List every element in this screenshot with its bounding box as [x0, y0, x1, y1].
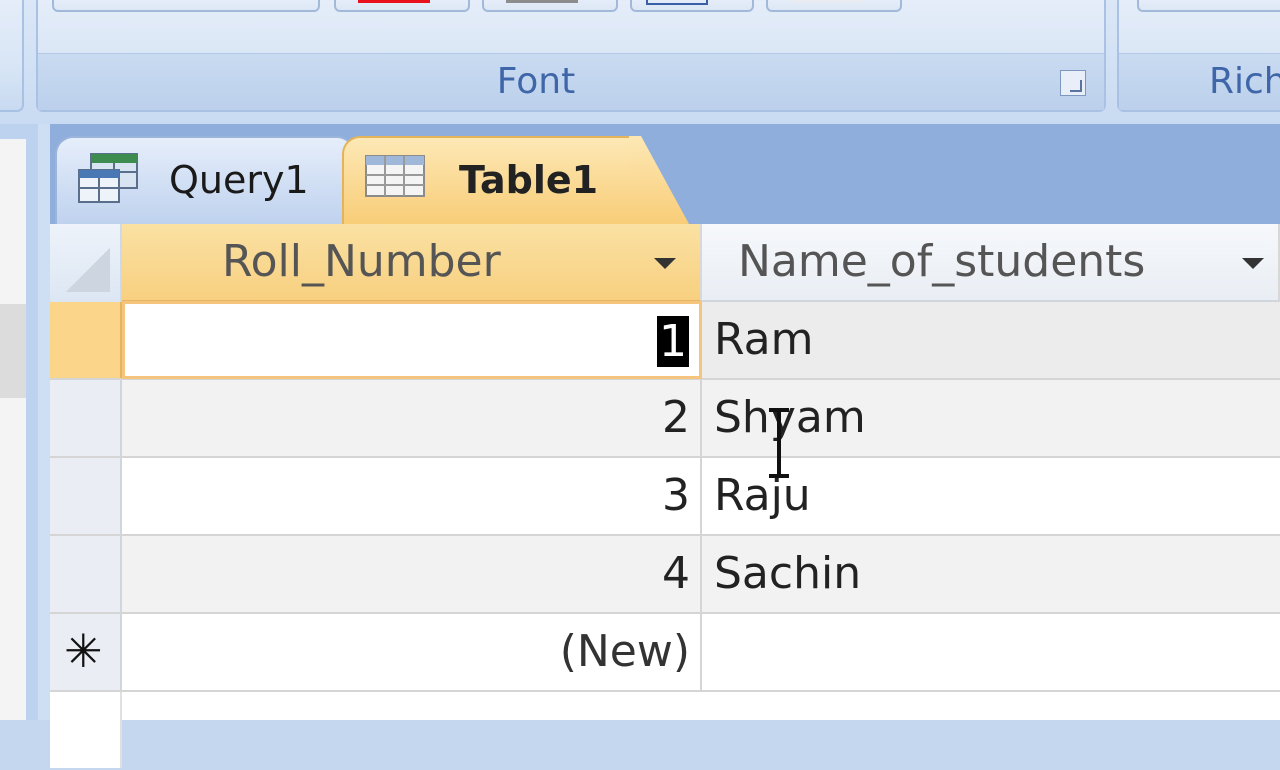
record-selector[interactable]	[50, 380, 122, 456]
navigation-pane-strip	[0, 124, 38, 720]
table-icon	[364, 152, 428, 206]
select-all-corner[interactable]	[50, 224, 122, 302]
cell-roll-number-new[interactable]: (New)	[122, 614, 702, 690]
navigation-pane-highlight	[0, 304, 26, 398]
chevron-down-icon[interactable]	[1242, 258, 1264, 269]
font-name-box[interactable]	[52, 0, 320, 12]
cell-roll-number[interactable]: 1	[122, 301, 702, 379]
navigation-pane[interactable]	[0, 139, 26, 720]
table-row: 4 Sachin	[50, 536, 1280, 614]
fill-color-button[interactable]	[482, 0, 618, 12]
empty-row-selector	[50, 692, 122, 768]
cell-name-of-students[interactable]: Ram	[714, 314, 813, 365]
record-selector[interactable]	[50, 458, 122, 534]
ribbon-group-font: Font	[36, 0, 1106, 112]
document-tab-bar: Query1 Table1	[50, 124, 1280, 224]
rich-text-group-label: Rich	[1209, 61, 1280, 102]
font-dialog-launcher-icon[interactable]	[1060, 70, 1086, 96]
table-row: 2 Shyam	[50, 380, 1280, 458]
cell-name-of-students[interactable]: Raju	[714, 470, 811, 521]
record-selector[interactable]	[50, 302, 122, 378]
ribbon-group-rich-text: Rich	[1117, 0, 1280, 112]
selected-value: 1	[657, 316, 689, 367]
table-row: 3 Raju	[50, 458, 1280, 536]
cell-roll-number[interactable]: 2	[122, 380, 702, 456]
tab-table1[interactable]: Table1	[342, 136, 647, 224]
tab-table1-label: Table1	[459, 158, 599, 202]
font-group-label: Font	[496, 61, 576, 102]
record-selector-new[interactable]: ✳	[50, 614, 122, 690]
record-selector[interactable]	[50, 536, 122, 612]
ribbon-label-band: Font	[38, 53, 1104, 110]
new-record-asterisk-icon: ✳	[64, 624, 103, 678]
rich-text-button[interactable]	[1137, 0, 1280, 12]
font-color-button[interactable]	[334, 0, 470, 12]
gridlines-icon	[646, 0, 708, 5]
document-border	[38, 124, 50, 720]
ribbon: Font Rich	[0, 0, 1280, 124]
column-header-name-of-students[interactable]: Name_of_students	[702, 224, 1280, 302]
cell-roll-number[interactable]: 3	[122, 458, 702, 534]
fill-color-swatch	[506, 0, 578, 3]
query-icon	[77, 152, 141, 210]
new-record-row: ✳ (New)	[50, 614, 1280, 692]
alternate-fill-swatch	[790, 0, 862, 3]
column-header-roll-number[interactable]: Roll_Number	[122, 224, 702, 302]
cell-name-of-students[interactable]: Sachin	[714, 548, 861, 599]
chevron-down-icon[interactable]	[654, 258, 676, 269]
tab-query1[interactable]: Query1	[55, 136, 355, 224]
font-color-swatch	[358, 0, 430, 3]
text-cursor-icon	[766, 408, 792, 482]
column-header-label: Name_of_students	[738, 236, 1146, 287]
column-header-label: Roll_Number	[222, 236, 501, 287]
alternate-fill-button[interactable]	[766, 0, 902, 12]
cell-roll-number[interactable]: 4	[122, 536, 702, 612]
ribbon-label-band-rich: Rich	[1119, 53, 1280, 110]
gridlines-button[interactable]	[630, 0, 754, 12]
empty-row	[50, 692, 1280, 770]
table-row: 1 Ram	[50, 301, 1280, 380]
datasheet-grid: Roll_Number Name_of_students 1 Ram 2 Shy…	[50, 224, 1280, 768]
new-record-placeholder: (New)	[559, 626, 690, 677]
tab-query1-label: Query1	[169, 158, 309, 202]
